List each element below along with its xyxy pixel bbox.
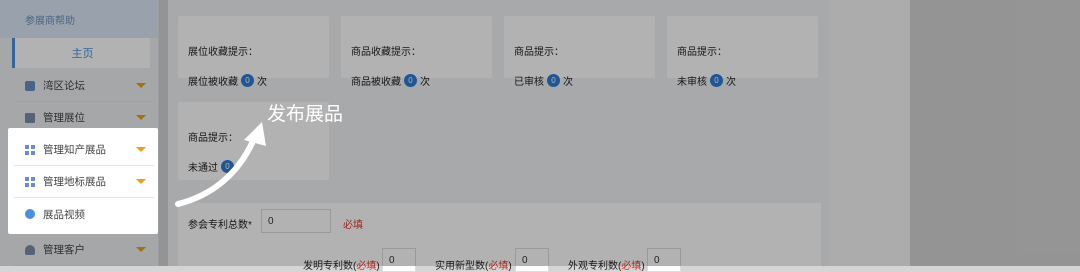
count-badge: 0 (710, 74, 723, 87)
card-row: 已审核 0 次 (514, 73, 573, 88)
card-row: 展位被收藏 0 次 (188, 73, 267, 88)
card-row: 未审核 0 次 (677, 73, 736, 88)
card-title: 商品提示： (677, 47, 727, 58)
chevron-down-icon (136, 147, 146, 152)
curved-arrow-icon (175, 122, 266, 207)
sidebar-item-label: 湾区论坛 (43, 80, 85, 92)
design-label-text: 外观专利数 (568, 261, 618, 272)
sidebar-header[interactable]: 参展商帮助 (0, 0, 158, 38)
chevron-down-icon (136, 115, 146, 120)
count-badge: 0 (241, 74, 254, 87)
sidebar-item-home[interactable]: 主页 (12, 38, 150, 68)
chevron-down-icon (136, 247, 146, 252)
invention-label: 发明专利数(必填) (303, 261, 380, 272)
required-note: 必填 (343, 220, 363, 231)
design-label: 外观专利数(必填) (568, 261, 645, 272)
sidebar-item-label: 管理地标展品 (43, 176, 106, 188)
required-note: 必填 (621, 261, 642, 272)
annotation-text: 发布展品 (267, 103, 344, 125)
sidebar-item-clients[interactable]: 管理客户 (14, 234, 154, 266)
stat-card: 商品提示： 未审核 0 次 (667, 16, 818, 88)
utility-label: 实用新型数(必填) (435, 261, 512, 272)
card-title: 商品收藏提示： (351, 47, 421, 58)
sidebar-item-label: 管理展位 (43, 112, 85, 124)
card-title: 商品提示： (514, 47, 564, 58)
count-badge: 0 (547, 74, 560, 87)
card-title: 展位收藏提示： (188, 47, 258, 58)
sidebar-item-ip-exhibits[interactable]: 管理知产展品 (14, 134, 154, 166)
card-row: 商品被收藏 0 次 (351, 73, 430, 88)
invention-label-text: 发明专利数 (303, 261, 353, 272)
booth-icon (25, 112, 35, 123)
utility-label-text: 实用新型数 (435, 261, 485, 272)
chevron-down-icon (136, 83, 146, 88)
card-unit: 次 (563, 77, 573, 88)
total-patents-label: 参会专利总数* (188, 220, 252, 231)
card-text: 已审核 (514, 77, 544, 88)
chat-icon (25, 80, 35, 91)
sidebar-item-label: 管理客户 (43, 244, 85, 256)
stat-card: 展位收藏提示： 展位被收藏 0 次 (178, 16, 329, 88)
stat-card: 商品提示： 已审核 0 次 (504, 16, 655, 88)
grid-icon (25, 144, 35, 155)
invention-input[interactable]: 0 (382, 248, 416, 272)
card-unit: 次 (257, 77, 267, 88)
chevron-down-icon (136, 179, 146, 184)
card-unit: 次 (420, 77, 430, 88)
user-icon (25, 244, 35, 255)
count-badge: 0 (404, 74, 417, 87)
required-note: 必填 (488, 261, 509, 272)
design-input[interactable]: 0 (647, 248, 681, 272)
required-note: 必填 (356, 261, 377, 272)
card-text: 未审核 (677, 77, 707, 88)
card-unit: 次 (726, 77, 736, 88)
sidebar-item-landmark-exhibits[interactable]: 管理地标展品 (14, 166, 154, 198)
total-patents-input[interactable]: 0 (261, 209, 331, 233)
grid-icon (25, 176, 35, 187)
card-text: 展位被收藏 (188, 77, 238, 88)
utility-input[interactable]: 0 (515, 248, 549, 272)
sidebar-item-label: 管理知产展品 (43, 144, 106, 156)
highlight-box: 管理知产展品 管理地标展品 展品视频 (8, 128, 158, 234)
video-icon (25, 209, 35, 219)
stat-card: 商品收藏提示： 商品被收藏 0 次 (341, 16, 492, 88)
sidebar-item-exhibit-video[interactable]: 展品视频 (14, 198, 154, 230)
patent-form: 参会专利总数* 0 必填 发明专利数(必填) 0 实用新型数(必填) 0 外观专… (178, 203, 821, 272)
sidebar-item-label: 展品视频 (43, 208, 85, 221)
card-text: 商品被收藏 (351, 77, 401, 88)
right-pane (830, 0, 910, 266)
sidebar-item-forum[interactable]: 湾区论坛 (14, 70, 154, 102)
